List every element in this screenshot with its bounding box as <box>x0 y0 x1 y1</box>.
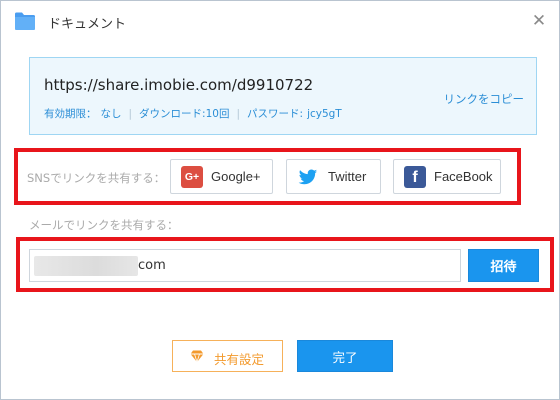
diamond-icon <box>190 349 204 364</box>
password-label: パスワード: <box>247 108 304 120</box>
google-plus-button[interactable]: G+ Google+ <box>170 159 273 194</box>
email-input[interactable] <box>138 250 458 281</box>
invite-button[interactable]: 招待 <box>468 249 539 282</box>
title-bar: ドキュメント ✕ <box>1 1 559 43</box>
share-url: https://share.imobie.com/d9910722 <box>44 76 314 94</box>
facebook-label: FaceBook <box>434 169 493 184</box>
link-meta: 有効期限： なし | ダウンロード:10回 | パスワード: jcy5gT <box>44 106 342 121</box>
email-field-wrapper <box>29 249 461 282</box>
folder-icon <box>14 11 36 31</box>
sns-share-label: SNSでリンクを共有する： <box>27 171 166 185</box>
password-value: jcy5gT <box>307 108 342 120</box>
expiry-value: なし <box>100 108 122 120</box>
twitter-bird-icon <box>297 166 319 188</box>
download-value: 10回 <box>205 108 230 120</box>
redacted-email-text <box>34 256 138 276</box>
meta-divider: | <box>236 108 241 120</box>
twitter-label: Twitter <box>328 169 367 184</box>
meta-divider: | <box>128 108 133 120</box>
facebook-button[interactable]: f FaceBook <box>393 159 501 194</box>
dialog-title: ドキュメント <box>48 17 127 32</box>
share-settings-button[interactable]: 共有設定 <box>172 340 283 372</box>
google-plus-icon: G+ <box>181 166 203 188</box>
close-icon[interactable]: ✕ <box>529 11 549 31</box>
share-link-box: https://share.imobie.com/d9910722 有効期限：な… <box>29 57 537 135</box>
copy-link-button[interactable]: リンクをコピー <box>444 91 525 107</box>
mail-share-label: メールでリンクを共有する： <box>29 218 179 232</box>
expiry-label: 有効期限： <box>44 108 97 120</box>
download-label: ダウンロード: <box>139 108 206 120</box>
share-dialog: ドキュメント ✕ https://share.imobie.com/d99107… <box>0 0 560 400</box>
twitter-button[interactable]: Twitter <box>286 159 381 194</box>
share-settings-label: 共有設定 <box>214 352 265 367</box>
facebook-icon: f <box>404 166 426 188</box>
done-button[interactable]: 完了 <box>297 340 393 372</box>
google-plus-label: Google+ <box>211 169 261 184</box>
